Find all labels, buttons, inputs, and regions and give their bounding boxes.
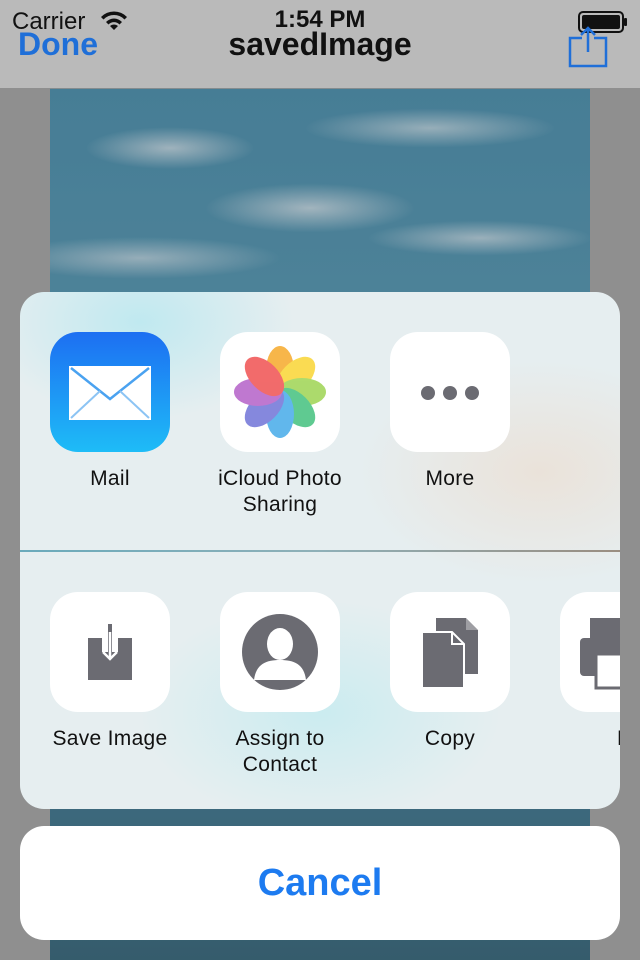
app-row: Mail iCloud Photo Sharing More (20, 292, 620, 550)
action-label: Save Image (52, 727, 168, 750)
action-save-image[interactable]: Save Image (25, 552, 195, 752)
photos-icon (220, 332, 340, 452)
share-app-more[interactable]: More (365, 292, 535, 492)
share-icon[interactable] (568, 26, 608, 68)
contact-icon (220, 592, 340, 712)
action-label: Copy (424, 727, 476, 750)
save-image-icon (50, 592, 170, 712)
share-app-label: Mail (90, 467, 130, 490)
copy-icon (390, 592, 510, 712)
action-label: Assign to Contact (235, 727, 325, 776)
share-app-icloud-photo-sharing[interactable]: iCloud Photo Sharing (195, 292, 365, 518)
share-sheet: Mail iCloud Photo Sharing More Save Imag… (20, 292, 620, 809)
cancel-button[interactable]: Cancel (20, 826, 620, 940)
page-title: savedImage (228, 26, 412, 62)
action-assign-to-contact[interactable]: Assign to Contact (195, 552, 365, 778)
action-row: Save Image Assign to Contact Copy (20, 552, 620, 809)
share-app-mail[interactable]: Mail (25, 292, 195, 492)
action-print[interactable]: Pr (535, 552, 620, 752)
action-copy[interactable]: Copy (365, 552, 535, 752)
share-app-label: iCloud Photo Sharing (218, 467, 342, 516)
action-label: Pr (617, 726, 620, 752)
print-icon (560, 592, 620, 712)
navigation-bar: Carrier 1:54 PM Done savedImage (0, 0, 640, 89)
more-icon (390, 332, 510, 452)
mail-icon (50, 332, 170, 452)
share-app-label: More (425, 467, 475, 490)
